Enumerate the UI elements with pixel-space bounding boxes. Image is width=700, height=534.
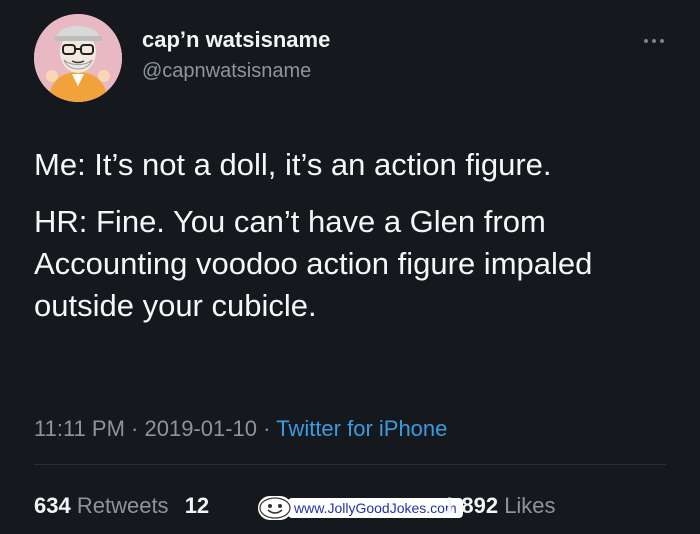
quotes-count: 12 [184,493,210,518]
separator: · [131,416,139,441]
tweet-body: Me: It’s not a doll, it’s an action figu… [34,144,664,327]
tweet-source-link[interactable]: Twitter for iPhone [276,416,447,441]
dot [652,39,656,43]
tweet-time[interactable]: 11:11 PM [34,416,125,441]
tweet-card: cap’n watsisname @capnwatsisname Me: It’… [0,0,700,534]
author-names: cap’n watsisname @capnwatsisname [142,26,330,84]
tweet-stats: 634 Retweets 12 [34,493,209,519]
tweet-paragraph: HR: Fine. You can’t have a Glen from Acc… [34,204,593,323]
tweet-meta: 11:11 PM · 2019-01-10 · Twitter for iPho… [34,416,447,442]
likes-label: Likes [504,493,556,518]
dot [644,39,648,43]
user-handle[interactable]: @capnwatsisname [142,58,330,84]
retweets-stat[interactable]: 634 Retweets [34,493,169,519]
quotes-stat[interactable]: 12 [185,493,209,519]
avatar[interactable] [34,14,122,102]
tweet-header: cap’n watsisname @capnwatsisname [34,14,330,102]
watermark-text: www.JollyGoodJokes.com [288,498,463,518]
tweet-date[interactable]: 2019-01-10 [144,416,257,441]
likes-count: 1,892 [443,493,499,518]
dot [660,39,664,43]
watermark: www.JollyGoodJokes.com [258,493,463,523]
more-dots-icon[interactable] [636,34,672,48]
divider [34,464,666,465]
retweets-label: Retweets [76,493,169,518]
cartoon-avatar-icon [34,14,122,102]
likes-stat[interactable]: 1,892 Likes [443,493,556,519]
tweet-paragraph: Me: It’s not a doll, it’s an action figu… [34,147,552,182]
separator: · [263,416,271,441]
display-name[interactable]: cap’n watsisname [142,26,330,54]
retweets-count: 634 [34,493,71,518]
smiley-face-icon [258,496,292,520]
